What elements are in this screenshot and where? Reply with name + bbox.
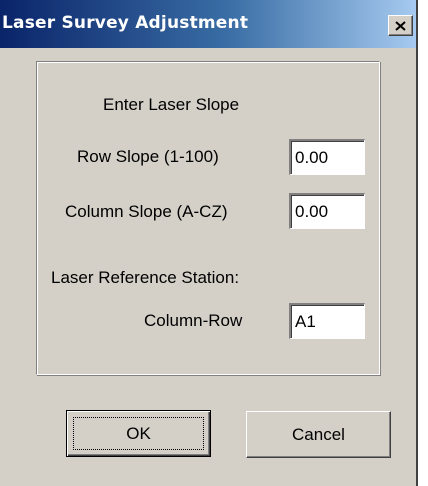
ok-button[interactable]: OK [66,410,211,457]
column-slope-label: Column Slope (A-CZ) [65,202,228,221]
dialog-window: Laser Survey Adjustment Enter Laser Slop… [0,0,418,486]
close-icon [395,20,406,31]
focus-ring [73,417,204,450]
slope-heading: Enter Laser Slope [103,95,240,114]
title-bar[interactable]: Laser Survey Adjustment [0,0,416,49]
column-row-input[interactable] [289,303,365,339]
close-button[interactable] [388,15,413,36]
column-row-label: Column-Row [144,311,243,330]
reference-station-heading: Laser Reference Station: [51,268,240,287]
cancel-button-label: Cancel [292,424,345,444]
window-edge [416,0,418,486]
row-slope-label: Row Slope (1-100) [77,147,219,166]
cancel-button[interactable]: Cancel [246,411,391,458]
window-title: Laser Survey Adjustment [2,13,249,33]
column-slope-input[interactable] [289,193,365,229]
row-slope-input[interactable] [289,139,365,175]
